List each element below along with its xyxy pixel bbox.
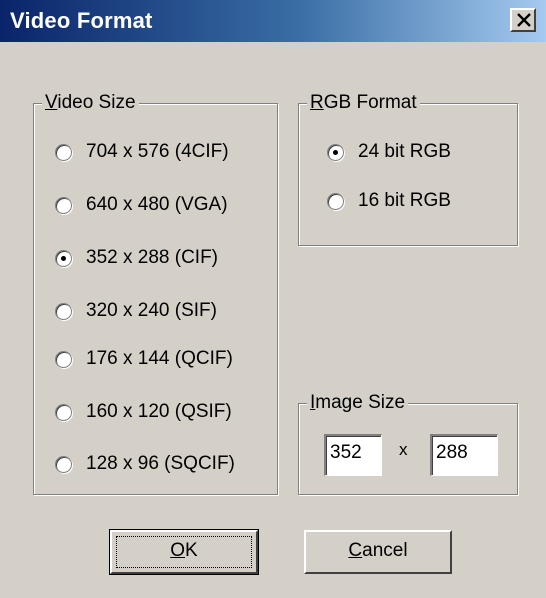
rgb-format-legend: RGB Format (307, 91, 420, 115)
radio-label: 320 x 240 (SIF) (86, 300, 217, 321)
radio-label: 704 x 576 (4CIF) (86, 141, 229, 162)
rgb-option-16bit[interactable]: 16 bit RGB (327, 186, 451, 216)
video-format-dialog: Video Format Video Size 704 x 576 (4CIF)… (0, 0, 546, 598)
video-size-option-cif[interactable]: 352 x 288 (CIF) (55, 243, 218, 273)
rgb-format-group: RGB Format (298, 91, 518, 246)
video-size-option-sif[interactable]: 320 x 240 (SIF) (55, 296, 217, 326)
cancel-button[interactable]: Cancel (304, 530, 452, 574)
rgb-option-24bit[interactable]: 24 bit RGB (327, 137, 451, 167)
radio-dot-icon (61, 255, 66, 261)
radio-label: 352 x 288 (CIF) (86, 247, 218, 268)
window-title: Video Format (10, 8, 153, 33)
radio-label: 160 x 120 (QSIF) (86, 401, 232, 422)
video-size-option-4cif[interactable]: 704 x 576 (4CIF) (55, 137, 229, 167)
radio-label: 24 bit RGB (358, 141, 451, 162)
video-size-option-qsif[interactable]: 160 x 120 (QSIF) (55, 397, 232, 427)
cancel-label: Cancel (348, 540, 408, 561)
radio-dot-icon (333, 149, 338, 155)
title-bar: Video Format (0, 0, 546, 42)
times-separator: x (399, 440, 408, 459)
radio-label: 176 x 144 (QCIF) (86, 348, 233, 369)
image-height-field[interactable]: 288 (430, 434, 498, 476)
radio-button[interactable] (55, 302, 72, 320)
radio-label: 16 bit RGB (358, 190, 451, 211)
close-button[interactable] (510, 8, 536, 32)
radio-button[interactable] (55, 143, 72, 161)
image-size-legend: Image Size (307, 391, 409, 415)
video-size-option-vga[interactable]: 640 x 480 (VGA) (55, 190, 228, 220)
radio-label: 640 x 480 (VGA) (86, 194, 228, 215)
image-width-field[interactable]: 352 (324, 434, 382, 476)
ok-label: OK (170, 540, 198, 561)
video-size-option-sqcif[interactable]: 128 x 96 (SQCIF) (55, 449, 235, 479)
radio-button[interactable] (55, 196, 72, 214)
radio-button-selected[interactable] (55, 249, 72, 267)
close-icon (517, 13, 531, 27)
radio-button-selected[interactable] (327, 143, 344, 161)
video-size-option-qcif[interactable]: 176 x 144 (QCIF) (55, 344, 233, 374)
video-size-legend: Video Size (42, 91, 139, 115)
ok-button[interactable]: OK (109, 529, 259, 575)
radio-button[interactable] (55, 455, 72, 473)
radio-button[interactable] (327, 192, 344, 210)
radio-button[interactable] (55, 350, 72, 368)
radio-label: 128 x 96 (SQCIF) (86, 453, 235, 474)
radio-button[interactable] (55, 403, 72, 421)
